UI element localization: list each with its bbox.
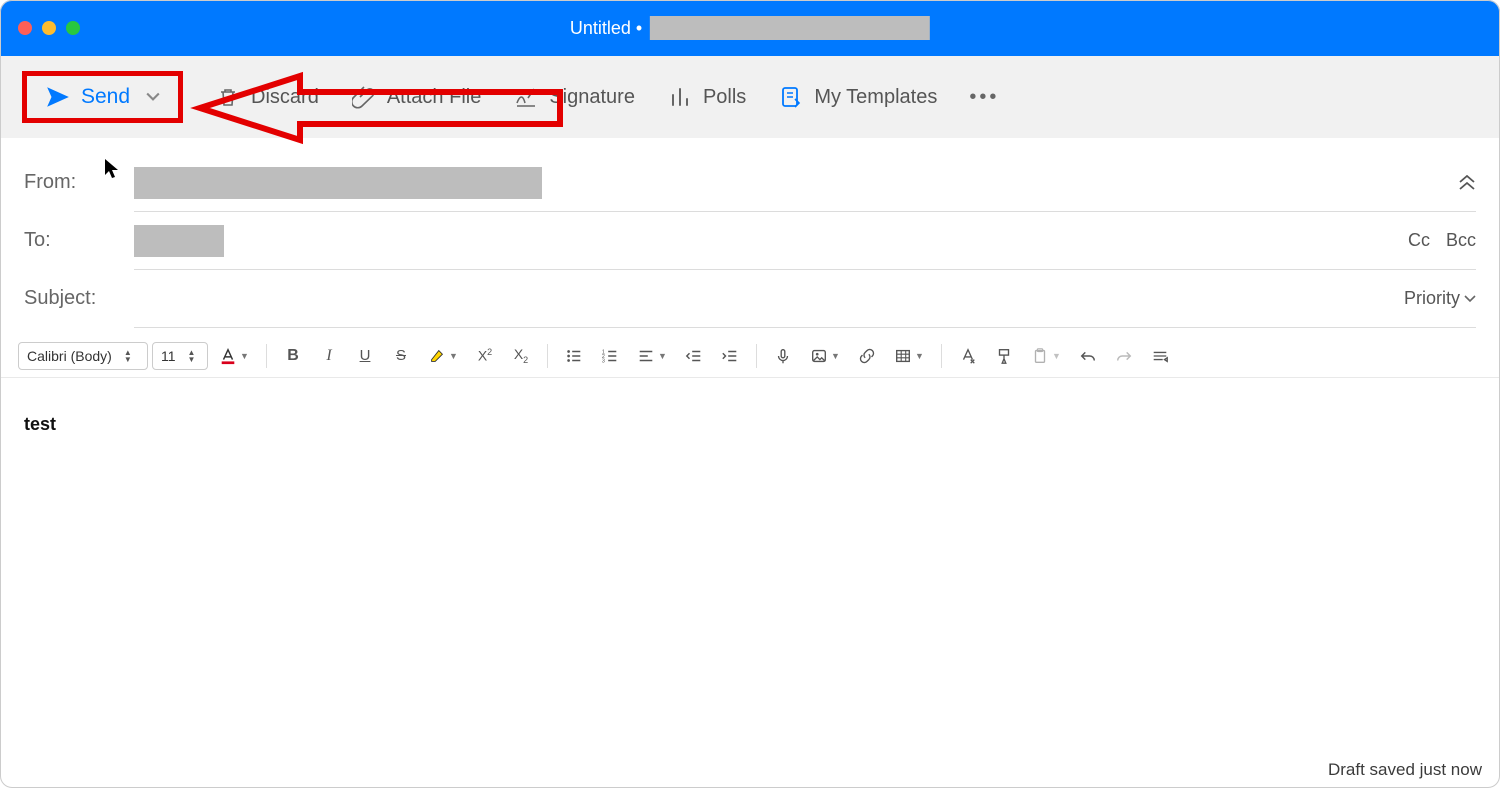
separator [756, 344, 757, 368]
paste-button[interactable]: ▼ [1024, 342, 1068, 370]
window-controls [18, 21, 80, 35]
signature-icon [513, 84, 539, 110]
redacted-title-part [650, 16, 930, 40]
templates-icon [778, 84, 804, 110]
svg-text:3: 3 [602, 358, 605, 364]
from-row: From: [134, 154, 1476, 212]
discard-label: Discard [251, 86, 319, 109]
clear-formatting-button[interactable] [952, 342, 984, 370]
close-window-button[interactable] [18, 21, 32, 35]
send-button[interactable]: Send [22, 71, 183, 123]
title-bar: Untitled • [0, 0, 1500, 56]
to-value-redacted[interactable] [134, 225, 224, 257]
bold-button[interactable]: B [277, 342, 309, 370]
window-title-text: Untitled • [570, 18, 642, 39]
italic-button[interactable]: I [313, 342, 345, 370]
trash-icon [215, 84, 241, 110]
draft-status: Draft saved just now [1328, 760, 1482, 780]
stepper-icon: ▲▼ [124, 349, 132, 363]
bullet-list-button[interactable] [558, 342, 590, 370]
polls-button[interactable]: Polls [667, 84, 746, 110]
font-size-selector[interactable]: 11 ▲▼ [152, 342, 208, 370]
insert-link-button[interactable] [851, 342, 883, 370]
my-templates-button[interactable]: My Templates [778, 84, 937, 110]
underline-button[interactable]: U [349, 342, 381, 370]
attach-file-button[interactable]: Attach File [351, 84, 481, 110]
window-title: Untitled • [570, 16, 930, 40]
more-options-button[interactable]: ••• [969, 86, 999, 109]
subject-row[interactable]: Subject: Priority [134, 270, 1476, 328]
main-toolbar: Send Discard Attach File Signature Polls… [0, 56, 1500, 138]
align-button[interactable]: ▼ [630, 342, 674, 370]
minimize-window-button[interactable] [42, 21, 56, 35]
subject-label: Subject: [24, 287, 124, 310]
priority-button[interactable]: Priority [1404, 288, 1476, 309]
highlight-button[interactable]: ▼ [421, 342, 465, 370]
signature-button[interactable]: Signature [513, 84, 635, 110]
separator [547, 344, 548, 368]
redo-button[interactable] [1108, 342, 1140, 370]
compose-area: From: To: Cc Bcc Subject: Priority [0, 138, 1500, 328]
insert-picture-button[interactable]: ▼ [803, 342, 847, 370]
from-label: From: [24, 171, 124, 194]
from-value-redacted[interactable] [134, 167, 542, 199]
chevron-down-icon [1464, 295, 1476, 303]
priority-label: Priority [1404, 288, 1460, 309]
signature-label: Signature [549, 86, 635, 109]
undo-button[interactable] [1072, 342, 1104, 370]
format-toolbar: Calibri (Body) ▲▼ 11 ▲▼ ▼ B I U S ▼ X2 X… [0, 334, 1500, 378]
numbered-list-button[interactable]: 123 [594, 342, 626, 370]
collapse-icon[interactable] [1458, 175, 1476, 191]
indent-button[interactable] [714, 342, 746, 370]
bcc-button[interactable]: Bcc [1446, 230, 1476, 251]
strikethrough-button[interactable]: S [385, 342, 417, 370]
paperclip-icon [351, 84, 377, 110]
font-size-value: 11 [161, 348, 176, 364]
to-label: To: [24, 229, 124, 252]
cc-button[interactable]: Cc [1408, 230, 1430, 251]
polls-label: Polls [703, 86, 746, 109]
superscript-button[interactable]: X2 [469, 342, 501, 370]
insert-table-button[interactable]: ▼ [887, 342, 931, 370]
send-icon [45, 84, 71, 110]
separator [941, 344, 942, 368]
to-row: To: Cc Bcc [134, 212, 1476, 270]
message-body[interactable]: test [0, 378, 1500, 471]
templates-label: My Templates [814, 86, 937, 109]
discard-button[interactable]: Discard [215, 84, 319, 110]
stepper-icon: ▲▼ [188, 349, 196, 363]
body-text: test [24, 414, 56, 434]
dictate-button[interactable] [767, 342, 799, 370]
paragraph-marks-button[interactable] [1144, 342, 1176, 370]
font-family-value: Calibri (Body) [27, 348, 112, 364]
polls-icon [667, 84, 693, 110]
outdent-button[interactable] [678, 342, 710, 370]
maximize-window-button[interactable] [66, 21, 80, 35]
separator [266, 344, 267, 368]
font-family-selector[interactable]: Calibri (Body) ▲▼ [18, 342, 148, 370]
attach-label: Attach File [387, 86, 481, 109]
font-color-button[interactable]: ▼ [212, 342, 256, 370]
subscript-button[interactable]: X2 [505, 342, 537, 370]
chevron-down-icon[interactable] [146, 92, 160, 102]
format-painter-button[interactable] [988, 342, 1020, 370]
send-label: Send [81, 85, 130, 109]
